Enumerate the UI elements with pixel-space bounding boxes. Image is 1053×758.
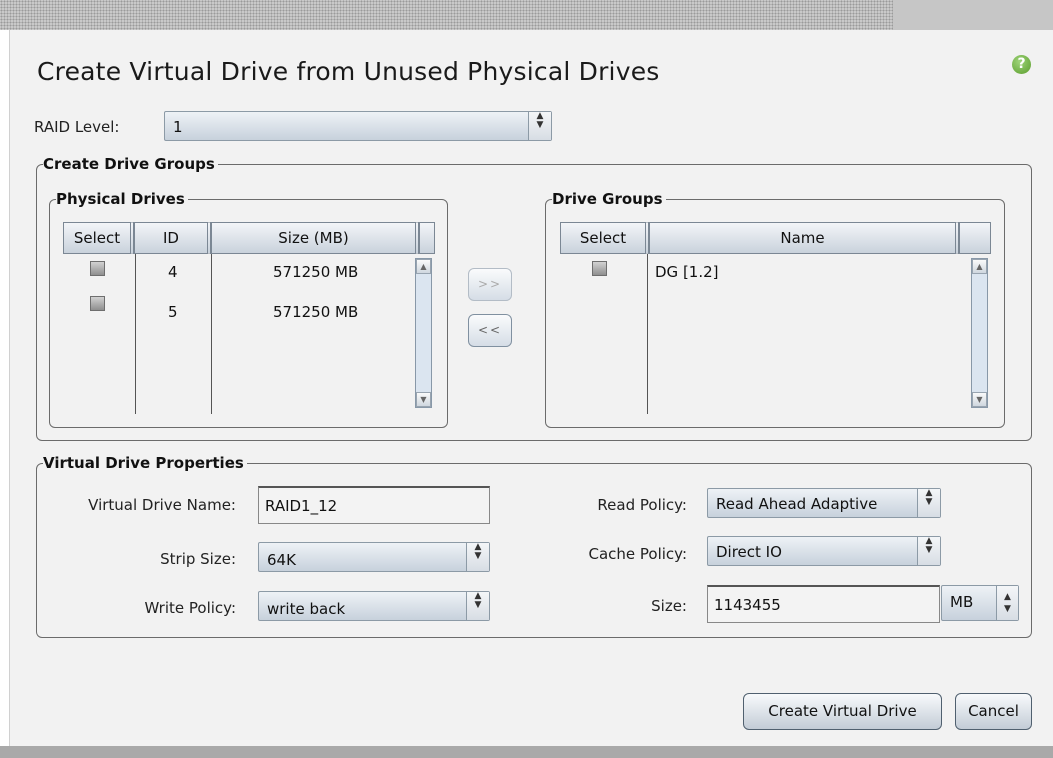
column-divider <box>135 254 136 414</box>
col-header-select[interactable]: Select <box>560 222 649 254</box>
add-to-group-button[interactable]: >> <box>468 268 512 301</box>
write-policy-label: Write Policy: <box>144 599 236 617</box>
size-value: 1143455 <box>714 596 781 614</box>
col-header-filler <box>959 222 991 254</box>
create-drive-groups-legend: Create Drive Groups <box>43 155 218 173</box>
strip-size-label: Strip Size: <box>160 550 236 568</box>
vd-name-field[interactable]: RAID1_12 <box>258 486 490 524</box>
size-label: Size: <box>651 597 687 615</box>
spinner-arrows-icon: ▲ ▼ <box>528 112 551 140</box>
strip-size-value: 64K <box>267 551 296 569</box>
physical-drives-scrollbar[interactable]: ▲ ▼ <box>415 258 432 408</box>
scroll-down-icon[interactable]: ▼ <box>972 392 987 407</box>
col-header-name[interactable]: Name <box>649 222 959 254</box>
write-policy-select[interactable]: write back ▲ ▼ <box>258 591 490 621</box>
physical-drives-legend: Physical Drives <box>56 190 188 208</box>
physical-drive-size: 571250 MB <box>273 263 359 281</box>
cache-policy-label: Cache Policy: <box>588 545 687 563</box>
vd-name-value: RAID1_12 <box>265 497 338 515</box>
create-virtual-drive-button[interactable]: Create Virtual Drive <box>743 693 942 730</box>
drive-groups-table: Select Name <box>560 222 991 414</box>
raid-level-select[interactable]: 1 ▲ ▼ <box>164 111 552 141</box>
strip-size-select[interactable]: 64K ▲ ▼ <box>258 542 490 572</box>
physical-drive-size: 571250 MB <box>273 303 359 321</box>
drive-groups-scrollbar[interactable]: ▲ ▼ <box>971 258 988 408</box>
spinner-arrows-icon: ▲ ▼ <box>466 592 489 620</box>
scroll-down-icon[interactable]: ▼ <box>416 392 431 407</box>
physical-drives-table: Select ID Size (MB) <box>63 222 435 414</box>
size-unit-value: MB <box>950 593 974 611</box>
titlebar-end <box>893 0 1053 30</box>
physical-drive-checkbox[interactable] <box>90 296 105 311</box>
drive-group-checkbox[interactable] <box>592 261 607 276</box>
column-divider <box>647 254 648 414</box>
raid-level-value: 1 <box>173 118 183 136</box>
remove-from-group-button[interactable]: << <box>468 314 512 347</box>
dialog-bottom-bar <box>0 746 1053 758</box>
col-header-select[interactable]: Select <box>63 222 134 254</box>
size-field[interactable]: 1143455 <box>707 585 940 623</box>
cache-policy-value: Direct IO <box>716 543 782 561</box>
drive-groups-legend: Drive Groups <box>552 190 666 208</box>
drive-group-name: DG [1.2] <box>655 263 719 281</box>
physical-drive-id: 5 <box>168 303 178 321</box>
physical-drive-id: 4 <box>168 263 178 281</box>
spinner-arrows-icon: ▲ ▼ <box>917 537 940 565</box>
col-header-filler <box>419 222 435 254</box>
raid-level-label: RAID Level: <box>34 118 120 136</box>
spinner-arrows-icon: ▲ ▼ <box>917 489 940 517</box>
col-header-id[interactable]: ID <box>134 222 211 254</box>
spinner-arrows-icon: ▲ ▼ <box>996 586 1018 620</box>
physical-drive-checkbox[interactable] <box>90 261 105 276</box>
scroll-up-icon[interactable]: ▲ <box>416 259 431 274</box>
write-policy-value: write back <box>267 600 346 618</box>
dialog-title: Create Virtual Drive from Unused Physica… <box>37 57 660 86</box>
vd-properties-legend: Virtual Drive Properties <box>43 454 247 472</box>
help-icon[interactable]: ? <box>1012 55 1031 74</box>
read-policy-value: Read Ahead Adaptive <box>716 495 878 513</box>
vd-name-label: Virtual Drive Name: <box>88 496 236 514</box>
cache-policy-select[interactable]: Direct IO ▲ ▼ <box>707 536 941 566</box>
cancel-button[interactable]: Cancel <box>955 693 1032 730</box>
spinner-arrows-icon: ▲ ▼ <box>466 543 489 571</box>
col-header-size[interactable]: Size (MB) <box>211 222 419 254</box>
read-policy-select[interactable]: Read Ahead Adaptive ▲ ▼ <box>707 488 941 518</box>
read-policy-label: Read Policy: <box>597 496 687 514</box>
column-divider <box>211 254 212 414</box>
size-unit-select[interactable]: MB ▲ ▼ <box>941 585 1019 621</box>
scroll-up-icon[interactable]: ▲ <box>972 259 987 274</box>
